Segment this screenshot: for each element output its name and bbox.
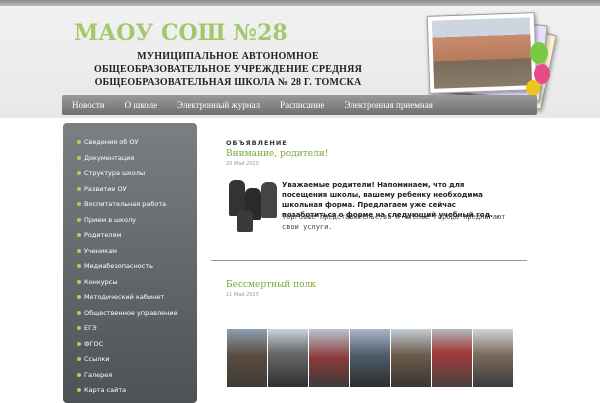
bullet-icon [77,155,81,160]
nav-item-about[interactable]: О школе [115,100,167,110]
bullet-icon [77,264,81,268]
bullet-icon [77,295,81,299]
sidebar-item[interactable]: Структура школы [63,169,193,178]
post-title[interactable]: Внимание, родители! [226,149,328,159]
site-title[interactable]: МАОУ СОШ №28 [74,20,288,46]
sidebar-item[interactable]: Медиабезопасность [63,262,193,271]
sidebar-item[interactable]: Родителям [63,231,193,240]
sidebar-item[interactable]: Карта сайта [63,386,193,395]
sidebar-item[interactable]: Документация [63,154,193,163]
sidebar-item[interactable]: Ученикам [63,247,193,256]
sidebar-item[interactable]: Методический кабинет [63,293,193,302]
school-building-photo [426,12,538,94]
section-label: ОБЪЯВЛЕНИЕ [226,139,288,147]
gallery-photo[interactable] [227,329,267,387]
sidebar-item[interactable]: Развитие ОУ [63,185,193,194]
sidebar-item[interactable]: Прием в школу [63,216,193,225]
nav-item-schedule[interactable]: Расписание [270,100,334,110]
sidebar-item[interactable]: Галерея [63,371,193,380]
sidebar-item[interactable]: Воспитательная работа [63,200,193,209]
post-text: Торговые представительства и ателье горо… [282,213,506,231]
nav-item-reception[interactable]: Электронная приемная [334,100,442,110]
bullet-icon [77,388,81,392]
post-divider [211,260,527,261]
nav-item-news[interactable]: Новости [62,100,115,110]
sidebar-item[interactable]: ФГОС [63,340,193,349]
bullet-icon [77,310,81,315]
post-title[interactable]: Бессмертный полк [226,280,316,290]
sidebar-item[interactable]: Ссылки [63,355,193,364]
bullet-icon [77,233,81,237]
nav-item-journal[interactable]: Электронный журнал [167,100,270,110]
sidebar-item[interactable]: Сведения об ОУ [63,138,193,147]
main-nav: Новости О школе Электронный журнал Распи… [62,95,537,115]
balloon-image [530,42,548,64]
sidebar: Сведения об ОУ Документация Структура шк… [63,123,197,403]
gallery-photo[interactable] [268,329,308,387]
bullet-icon [77,357,81,361]
bullet-icon [77,248,81,253]
bullet-icon [77,186,81,191]
gallery-photo[interactable] [350,329,390,387]
bullet-icon [77,140,81,144]
post-photo-gallery [227,329,513,387]
bullet-icon [77,202,81,206]
sidebar-item[interactable]: Общественное управление [63,309,193,318]
bullet-icon [77,326,81,330]
gallery-photo[interactable] [432,329,472,387]
bullet-icon [77,279,81,284]
bullet-icon [77,341,81,346]
bullet-icon [77,217,81,222]
site-subtitle: МУНИЦИПАЛЬНОЕ АВТОНОМНОЕ ОБЩЕОБРАЗОВАТЕЛ… [94,51,362,88]
bullet-icon [77,372,81,377]
post-date: 11 Май 2015 [226,292,259,298]
bullet-icon [77,171,81,175]
gallery-photo[interactable] [309,329,349,387]
sidebar-item[interactable]: Конкурсы [63,278,193,287]
gallery-photo[interactable] [391,329,431,387]
balloon-image [526,80,540,96]
school-uniform-photo [227,180,277,232]
sidebar-item[interactable]: ЕГЭ [63,324,193,333]
post-date: 20 Май 2015 [226,161,259,167]
gallery-photo[interactable] [473,329,513,387]
